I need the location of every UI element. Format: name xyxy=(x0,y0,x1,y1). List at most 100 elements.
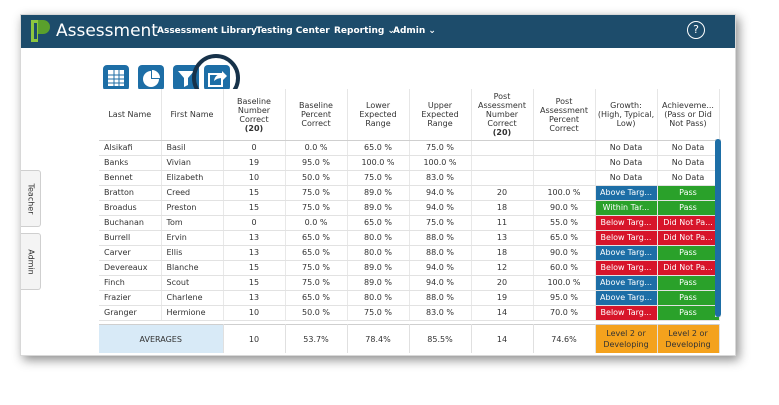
top-navigation-bar: Assessment Assessment Library Testing Ce… xyxy=(21,15,735,48)
cell-baseline-percent: 65.0 % xyxy=(285,230,348,246)
table-row[interactable]: Buchanan Tom 0 0.0 % 65.0 % 75.0 % 11 55.0 % Bel… xyxy=(99,215,720,231)
cell-growth: Below Targ... xyxy=(595,215,658,231)
cell-achievement: Did Not Pa... xyxy=(657,260,720,276)
cell-post-percent: 100.0 % xyxy=(533,275,596,291)
cell-post-number: 12 xyxy=(471,260,534,276)
averages-row: AVERAGES 10 53.7% 78.4% 85.5% 14 74.6% L… xyxy=(99,324,720,353)
cell-post-number: 19 xyxy=(471,290,534,306)
cell-achievement: No Data xyxy=(657,140,720,156)
cell-first-name: Scout xyxy=(161,275,224,291)
avg-baseline-number: 10 xyxy=(223,324,286,353)
table-row[interactable]: Broadus Preston 15 75.0 % 89.0 % 94.0 % 18 90.0… xyxy=(99,200,720,216)
avg-baseline-percent: 53.7% xyxy=(285,324,348,353)
cell-last-name: Finch xyxy=(99,275,162,291)
cell-lower-range: 75.0 % xyxy=(347,305,410,321)
cell-upper-range: 75.0 % xyxy=(409,140,472,156)
cell-upper-range: 100.0 % xyxy=(409,155,472,171)
cell-upper-range: 88.0 % xyxy=(409,230,472,246)
cell-post-percent: 100.0 % xyxy=(533,185,596,201)
app-title: Assessment xyxy=(56,21,158,41)
avg-lower-range: 78.4% xyxy=(347,324,410,353)
cell-last-name: Devereaux xyxy=(99,260,162,276)
cell-post-percent: 55.0 % xyxy=(533,215,596,231)
cell-lower-range: 80.0 % xyxy=(347,245,410,261)
teacher-tab-label: Teacher xyxy=(26,182,35,215)
cell-growth: Above Targ... xyxy=(595,290,658,306)
table-row[interactable]: Frazier Charlene 13 65.0 % 80.0 % 88.0 % 19 95.… xyxy=(99,290,720,306)
admin-tab-label: Admin xyxy=(26,248,35,275)
cell-first-name: Vivian xyxy=(161,155,224,171)
cell-baseline-percent: 0.0 % xyxy=(285,215,348,231)
cell-baseline-percent: 50.0 % xyxy=(285,170,348,186)
cell-lower-range: 65.0 % xyxy=(347,215,410,231)
cell-achievement: Pass xyxy=(657,290,720,306)
cell-upper-range: 88.0 % xyxy=(409,245,472,261)
cell-baseline-number: 0 xyxy=(223,140,286,156)
cell-first-name: Elizabeth xyxy=(161,170,224,186)
table-row[interactable]: Banks Vivian 19 95.0 % 100.0 % 100.0 % No Data… xyxy=(99,155,720,171)
col-baseline-percent[interactable]: Baseline Percent Correct xyxy=(285,89,348,141)
col-growth[interactable]: Growth: (High, Typical, Low) xyxy=(595,89,658,141)
table-row[interactable]: Carver Ellis 13 65.0 % 80.0 % 88.0 % 18 90.0 % A… xyxy=(99,245,720,261)
admin-tab[interactable]: Admin xyxy=(21,233,41,290)
col-post-percent[interactable]: Post Assessment Percent Correct xyxy=(533,89,596,141)
col-last-name[interactable]: Last Name xyxy=(99,89,162,141)
cell-upper-range: 75.0 % xyxy=(409,215,472,231)
table-row[interactable]: Granger Hermione 10 50.0 % 75.0 % 83.0 % 14 70.… xyxy=(99,305,720,321)
table-row[interactable]: Alsikafi Basil 0 0.0 % 65.0 % 75.0 % No Data No… xyxy=(99,140,720,156)
cell-first-name: Ellis xyxy=(161,245,224,261)
help-icon[interactable]: ? xyxy=(687,21,705,39)
cell-upper-range: 83.0 % xyxy=(409,305,472,321)
table-row[interactable]: Devereaux Blanche 15 75.0 % 89.0 % 94.0 % 12 60… xyxy=(99,260,720,276)
cell-baseline-number: 13 xyxy=(223,230,286,246)
scrollbar-thumb[interactable] xyxy=(715,139,721,317)
col-post-number[interactable]: Post Assessment Number Correct (20) xyxy=(471,89,534,141)
cell-post-percent xyxy=(533,170,596,186)
cell-post-number xyxy=(471,155,534,171)
cell-first-name: Preston xyxy=(161,200,224,216)
col-first-name[interactable]: First Name xyxy=(161,89,224,141)
table-view-button[interactable] xyxy=(103,65,129,91)
cell-last-name: Buchanan xyxy=(99,215,162,231)
nav-testing-center[interactable]: Testing Center xyxy=(256,25,330,37)
table-row[interactable]: Burrell Ervin 13 65.0 % 80.0 % 88.0 % 13 65.0 %… xyxy=(99,230,720,246)
pie-chart-button[interactable] xyxy=(138,65,164,91)
nav-admin[interactable]: Admin ⌄ xyxy=(393,25,436,37)
cell-upper-range: 94.0 % xyxy=(409,185,472,201)
table-row[interactable]: Bratton Creed 15 75.0 % 89.0 % 94.0 % 20 100.0 … xyxy=(99,185,720,201)
averages-label: AVERAGES xyxy=(99,324,224,353)
cell-last-name: Carver xyxy=(99,245,162,261)
cell-lower-range: 80.0 % xyxy=(347,230,410,246)
app-window: Assessment Assessment Library Testing Ce… xyxy=(20,14,736,356)
cell-first-name: Charlene xyxy=(161,290,224,306)
table-row[interactable]: Bennet Elizabeth 10 50.0 % 75.0 % 83.0 % No Da… xyxy=(99,170,720,186)
cell-last-name: Alsikafi xyxy=(99,140,162,156)
cell-post-number: 20 xyxy=(471,275,534,291)
col-baseline-number-label: Baseline Number Correct xyxy=(237,96,271,124)
cell-first-name: Tom xyxy=(161,215,224,231)
cell-baseline-number: 10 xyxy=(223,305,286,321)
teacher-tab[interactable]: Teacher xyxy=(21,170,41,227)
table-row[interactable]: Finch Scout 15 75.0 % 89.0 % 94.0 % 20 100.0 % A… xyxy=(99,275,720,291)
cell-achievement: Pass xyxy=(657,305,720,321)
avg-upper-range: 85.5% xyxy=(409,324,472,353)
col-baseline-number-total: (20) xyxy=(244,123,264,133)
cell-achievement: No Data xyxy=(657,155,720,171)
col-achievement[interactable]: Achieveme... (Pass or Did Not Pass) xyxy=(657,89,720,141)
averages-table: AVERAGES 10 53.7% 78.4% 85.5% 14 74.6% L… xyxy=(99,324,720,353)
nav-reporting[interactable]: Reporting ⌄ xyxy=(334,25,395,37)
cell-achievement: Pass xyxy=(657,200,720,216)
cell-post-number: 20 xyxy=(471,185,534,201)
cell-first-name: Creed xyxy=(161,185,224,201)
cell-growth: Above Targ... xyxy=(595,275,658,291)
cell-baseline-percent: 95.0 % xyxy=(285,155,348,171)
col-lower-range[interactable]: Lower Expected Range xyxy=(347,89,410,141)
col-baseline-number[interactable]: Baseline Number Correct (20) xyxy=(223,89,286,141)
col-post-number-total: (20) xyxy=(492,128,512,137)
nav-assessment-library[interactable]: Assessment Library xyxy=(157,25,257,37)
student-results-table: Last Name First Name Baseline Number Cor… xyxy=(99,89,720,321)
col-upper-range[interactable]: Upper Expected Range xyxy=(409,89,472,141)
pie-chart-icon xyxy=(143,70,160,87)
cell-post-percent: 60.0 % xyxy=(533,260,596,276)
cell-last-name: Frazier xyxy=(99,290,162,306)
